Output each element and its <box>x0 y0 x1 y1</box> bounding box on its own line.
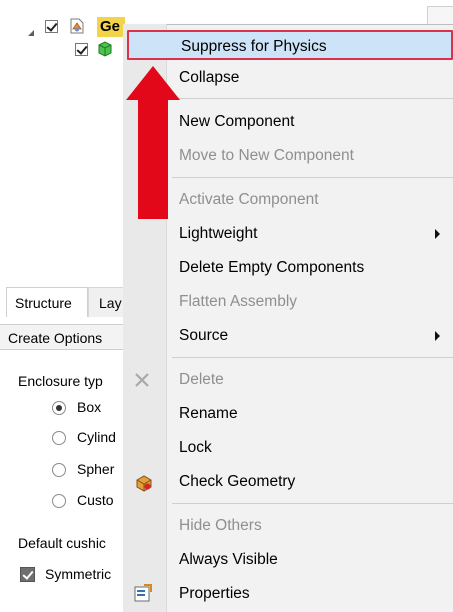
radio-cylinder-label: Cylind <box>77 429 116 445</box>
radio-box-label: Box <box>77 399 102 415</box>
root-checkbox[interactable] <box>45 20 58 33</box>
menu-item-always-visible[interactable]: Always Visible <box>167 545 453 575</box>
menu-item-lock[interactable]: Lock <box>167 433 453 463</box>
solid-body-icon <box>97 41 113 57</box>
menu-item-new-component[interactable]: New Component <box>167 107 453 137</box>
menu-item-move-to-new-component: Move to New Component <box>179 147 354 164</box>
tree-expander-icon[interactable] <box>26 25 36 43</box>
source-submenu-arrow-icon <box>435 331 440 341</box>
radio-custom[interactable] <box>52 494 66 508</box>
red-arrow-head <box>126 66 180 100</box>
assembly-icon <box>68 17 86 35</box>
tree-root-label[interactable]: Ge <box>97 17 125 37</box>
menu-item-check-geometry[interactable]: Check Geometry <box>167 467 453 497</box>
symmetric-checkbox[interactable] <box>20 567 35 582</box>
menu-separator <box>172 177 453 178</box>
menu-item-flatten-assembly: Flatten Assembly <box>179 293 298 310</box>
child-checkbox[interactable] <box>75 43 88 56</box>
radio-box[interactable] <box>52 401 66 415</box>
enclosure-type-label: Enclosure typ <box>18 373 103 389</box>
menu-separator <box>172 503 453 504</box>
red-arrow-shaft <box>138 99 168 219</box>
menu-separator <box>172 98 453 99</box>
tab-structure[interactable]: Structure <box>6 287 88 317</box>
lightweight-submenu-arrow-icon <box>435 229 440 239</box>
menu-item-delete-empty-components[interactable]: Delete Empty Components <box>167 253 453 283</box>
menu-item-source[interactable]: Source <box>167 321 453 351</box>
menu-item-hide-others: Hide Others <box>179 517 262 534</box>
default-cushion-label: Default cushic <box>18 535 106 551</box>
radio-sphere-label: Spher <box>77 461 115 477</box>
menu-item-rename[interactable]: Rename <box>167 399 453 429</box>
delete-x-icon <box>133 371 151 389</box>
symmetric-label: Symmetric <box>45 566 112 582</box>
menu-separator <box>172 357 453 358</box>
radio-sphere[interactable] <box>52 463 66 477</box>
menu-item-delete: Delete <box>179 371 224 388</box>
menu-item-suppress-for-physics[interactable]: Suppress for Physics <box>127 30 453 60</box>
menu-item-lightweight[interactable]: Lightweight <box>167 219 453 249</box>
radio-custom-label: Custo <box>77 492 114 508</box>
check-geometry-icon <box>135 474 153 492</box>
radio-cylinder[interactable] <box>52 431 66 445</box>
tab-layers[interactable]: Lay <box>88 287 124 317</box>
menu-item-properties[interactable]: Properties <box>167 579 453 609</box>
menu-item-collapse[interactable]: Collapse <box>167 63 453 93</box>
panel-title: Create Options <box>0 324 123 350</box>
menu-item-activate-component: Activate Component <box>179 191 319 208</box>
properties-icon <box>133 583 153 603</box>
